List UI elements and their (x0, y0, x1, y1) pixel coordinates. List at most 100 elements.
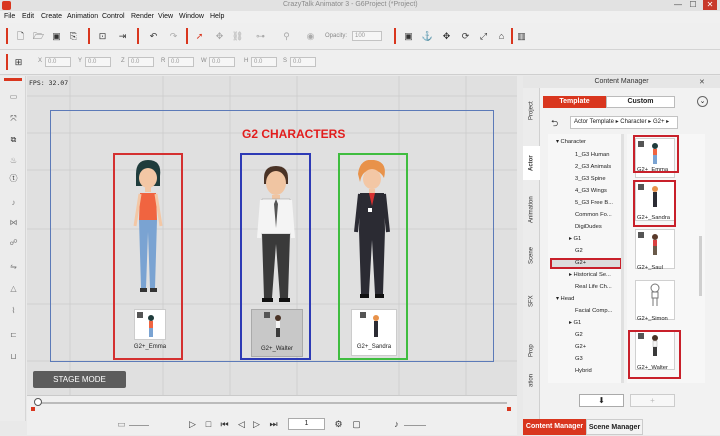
fullscreen-icon[interactable]: ▢ (350, 418, 363, 431)
timeline-icon[interactable]: ▥ (515, 30, 528, 43)
menu-create[interactable]: Create (41, 13, 62, 20)
tree-item[interactable]: Facial Comp... (575, 308, 612, 314)
side-tab-project[interactable]: Project (523, 94, 540, 128)
menu-render[interactable]: Render (131, 13, 154, 20)
timeline-scrubber[interactable] (34, 398, 42, 406)
distribute-icon[interactable]: ⊔ (7, 350, 20, 363)
align-left-icon[interactable]: ⊏ (7, 328, 20, 341)
align-icon[interactable]: ⊶ (254, 30, 267, 43)
select-arrow-icon[interactable]: ➚ (193, 30, 206, 43)
step-forward-icon[interactable]: ▷ (250, 418, 263, 431)
save-icon[interactable]: ▣ (50, 30, 63, 43)
menu-animation[interactable]: Animation (67, 13, 98, 20)
menu-window[interactable]: Window (179, 13, 204, 20)
volume-slider[interactable] (404, 425, 426, 426)
save-as-icon[interactable]: ⎘ (67, 30, 80, 43)
rotate-icon[interactable]: ⟳ (459, 30, 472, 43)
previous-frame-icon[interactable]: ⏮ (218, 418, 231, 431)
export-icon[interactable]: ⇥ (116, 30, 129, 43)
face-icon[interactable]: ⓣ (7, 172, 20, 185)
next-frame-icon[interactable]: ⏭ (267, 418, 280, 431)
tree-item[interactable]: G2 (575, 332, 583, 338)
tree-item[interactable]: DigiDudes (575, 224, 602, 230)
new-file-icon[interactable]: 🗋 (14, 30, 27, 43)
add-button[interactable]: + (630, 394, 675, 407)
frame-number-input[interactable]: 1 (288, 418, 325, 430)
bone-icon[interactable]: ⋈ (7, 216, 20, 229)
w-field[interactable]: 0.0 (209, 57, 235, 67)
move-tool-icon[interactable]: ✥ (440, 30, 453, 43)
tree-item[interactable]: G2+ (575, 344, 586, 350)
side-tab-prop[interactable]: Prop (523, 334, 540, 368)
play-icon[interactable]: ▷ (186, 418, 199, 431)
content-item-saul[interactable] (635, 229, 675, 269)
camera-icon[interactable]: ▣ (402, 30, 415, 43)
minimize-button[interactable]: — (671, 0, 685, 10)
undo-icon[interactable]: ↶ (147, 30, 160, 43)
sprite-select-icon[interactable]: ⤧ (7, 112, 20, 125)
s-field[interactable]: 0.0 (290, 57, 316, 67)
visibility-icon[interactable]: ◉ (304, 30, 317, 43)
close-button[interactable]: ✕ (703, 0, 717, 10)
tree-item[interactable]: ▾ Character (556, 139, 586, 145)
tree-item[interactable]: 3_G3 Spine (575, 176, 606, 182)
tree-scrollbar[interactable] (621, 134, 624, 383)
side-tab-sfx[interactable]: SFX (523, 284, 540, 318)
tree-item[interactable]: 5_G3 Free B... (575, 200, 613, 206)
z-field[interactable]: 0.0 (128, 57, 154, 67)
tree-item[interactable]: ▸ G1 (569, 236, 581, 242)
r-field[interactable]: 0.0 (168, 57, 194, 67)
scale-icon[interactable]: ⤢ (477, 30, 490, 43)
content-item-simon[interactable] (635, 280, 675, 320)
menu-file[interactable]: File (4, 13, 15, 20)
tab-menu-chevron-icon[interactable]: ⌄ (697, 96, 708, 107)
opacity-input[interactable]: 100 (352, 31, 382, 41)
path-icon[interactable]: ⌇ (7, 304, 20, 317)
settings-gear-icon[interactable]: ⚙ (332, 418, 345, 431)
stage-icon[interactable]: ▭ (7, 90, 20, 103)
tree-item[interactable]: Common Fo... (575, 212, 612, 218)
side-tab-more[interactable]: ation (523, 370, 540, 390)
flip-icon[interactable]: ⇋ (7, 260, 20, 273)
tree-item[interactable]: 1_G3 Human (575, 152, 609, 158)
maximize-button[interactable]: ☐ (686, 0, 700, 10)
side-tab-scene[interactable]: Scene (523, 238, 540, 272)
tree-item[interactable]: G3 (575, 356, 583, 362)
home-icon[interactable]: ⌂ (495, 30, 508, 43)
side-tab-actor[interactable]: Actor (523, 146, 540, 180)
download-button[interactable]: ⬇ (579, 394, 624, 407)
tree-item[interactable]: ▸ Historical Se... (569, 272, 611, 278)
open-folder-icon[interactable]: 🗁 (32, 30, 45, 43)
emma-thumbnail[interactable] (134, 309, 166, 340)
import-icon[interactable]: ⊡ (96, 30, 109, 43)
tab-template[interactable]: Template (543, 96, 606, 108)
sandra-character[interactable] (350, 160, 394, 304)
speed-slider[interactable] (129, 425, 149, 426)
menu-view[interactable]: View (158, 13, 173, 20)
step-back-icon[interactable]: ◁ (235, 418, 248, 431)
redo-icon[interactable]: ↷ (167, 30, 180, 43)
h-field[interactable]: 0.0 (251, 57, 277, 67)
tree-item[interactable]: Real Life Ch... (575, 284, 612, 290)
tree-item-selected[interactable]: G2+ (575, 260, 586, 266)
breadcrumb[interactable]: Actor Template ▸ Character ▸ G2+ ▸ (570, 116, 678, 129)
tab-content-manager[interactable]: Content Manager (523, 419, 586, 435)
stop-icon[interactable]: □ (202, 418, 215, 431)
transform-icon[interactable]: ⊞ (12, 56, 25, 69)
attach-icon[interactable]: ⚲ (280, 30, 293, 43)
loop-icon[interactable]: ▭ (115, 418, 128, 431)
tab-custom[interactable]: Custom (606, 96, 675, 108)
grid-scrollbar[interactable] (699, 236, 702, 296)
link-icon[interactable]: ⛓ (231, 30, 244, 43)
menu-edit[interactable]: Edit (22, 13, 34, 20)
side-tab-animation[interactable]: Animation (523, 188, 540, 232)
tree-item[interactable]: 2_G3 Animals (575, 164, 611, 170)
volume-icon[interactable]: ♪ (390, 418, 403, 431)
emma-character[interactable] (128, 160, 168, 300)
x-field[interactable]: 0.0 (45, 57, 71, 67)
tree-item[interactable]: Hybrid (575, 368, 592, 374)
tree-item[interactable]: 4_G3 Wings (575, 188, 607, 194)
timeline-track[interactable] (37, 402, 507, 404)
tree-item[interactable]: ▸ G1 (569, 320, 581, 326)
panel-close-icon[interactable]: ✕ (699, 78, 705, 86)
